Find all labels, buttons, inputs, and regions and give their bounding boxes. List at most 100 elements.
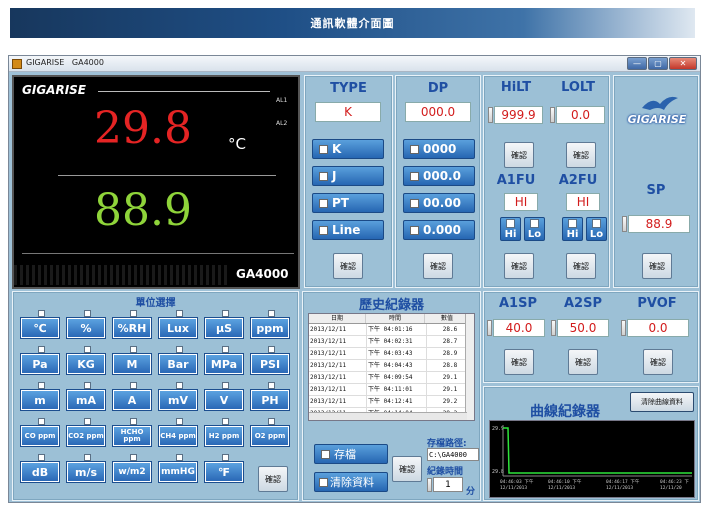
history-row[interactable]: 2013/12/11 下午 04:04:43 28.8: [309, 360, 474, 372]
unit-checkbox[interactable]: [176, 382, 183, 389]
unit-button[interactable]: mmHG: [158, 461, 198, 483]
hilt-spinner[interactable]: [488, 107, 493, 123]
unit-checkbox[interactable]: [268, 310, 275, 317]
unit-checkbox[interactable]: [176, 418, 183, 425]
dp-option-000-0[interactable]: 000.0: [403, 166, 475, 186]
history-row[interactable]: 2013/12/11 下午 04:12:41 29.2: [309, 396, 474, 408]
pvof-value[interactable]: 0.0: [627, 319, 689, 337]
a1sp-spinner[interactable]: [487, 320, 492, 336]
unit-button[interactable]: ppm: [250, 317, 290, 339]
unit-button[interactable]: V: [204, 389, 244, 411]
unit-button[interactable]: ℃: [20, 317, 60, 339]
unit-checkbox[interactable]: [130, 346, 137, 353]
history-row[interactable]: 2013/12/11 下午 04:01:16 28.6: [309, 324, 474, 336]
dp-option-0-000[interactable]: 0.000: [403, 220, 475, 240]
unit-checkbox[interactable]: [268, 382, 275, 389]
unit-button[interactable]: PSI: [250, 353, 290, 375]
a2sp-value[interactable]: 50.0: [557, 319, 609, 337]
save-button[interactable]: 存檔: [314, 444, 388, 464]
unit-button[interactable]: %RH: [112, 317, 152, 339]
unit-checkbox[interactable]: [268, 418, 275, 425]
unit-button[interactable]: A: [112, 389, 152, 411]
unit-button[interactable]: %: [66, 317, 106, 339]
unit-checkbox[interactable]: [176, 454, 183, 461]
a2fu-confirm-button[interactable]: 確認: [566, 253, 596, 279]
history-row[interactable]: 2013/12/11 下午 04:11:01 29.1: [309, 384, 474, 396]
a1sp-confirm-button[interactable]: 確認: [504, 349, 534, 375]
unit-checkbox[interactable]: [84, 382, 91, 389]
unit-checkbox[interactable]: [176, 346, 183, 353]
unit-checkbox[interactable]: [268, 346, 275, 353]
unit-button[interactable]: MPa: [204, 353, 244, 375]
unit-button[interactable]: CO2 ppm: [66, 425, 106, 447]
a1sp-value[interactable]: 40.0: [493, 319, 545, 337]
unit-checkbox[interactable]: [84, 418, 91, 425]
unit-button[interactable]: CH4 ppm: [158, 425, 198, 447]
minimize-button[interactable]: —: [627, 57, 647, 70]
unit-button[interactable]: w/m2: [112, 461, 152, 483]
unit-checkbox[interactable]: [222, 454, 229, 461]
unit-checkbox[interactable]: [130, 310, 137, 317]
unit-button[interactable]: PH: [250, 389, 290, 411]
unit-checkbox[interactable]: [84, 310, 91, 317]
unit-checkbox[interactable]: [222, 346, 229, 353]
unit-button[interactable]: dB: [20, 461, 60, 483]
unit-checkbox[interactable]: [38, 346, 45, 353]
unit-button[interactable]: CO ppm: [20, 425, 60, 447]
history-table[interactable]: 日期 時間 數值 2013/12/11 下午 04:01:16 28.6 2013/12/…: [308, 313, 475, 421]
unit-button[interactable]: Pa: [20, 353, 60, 375]
unit-checkbox[interactable]: [130, 454, 137, 461]
history-row[interactable]: 2013/12/11 下午 04:03:43 28.9: [309, 348, 474, 360]
type-option-line[interactable]: Line: [312, 220, 384, 240]
unit-checkbox[interactable]: [38, 418, 45, 425]
unit-checkbox[interactable]: [130, 418, 137, 425]
a1fu-hi-button[interactable]: Hi: [500, 217, 521, 241]
unit-button[interactable]: mA: [66, 389, 106, 411]
a2fu-hi-button[interactable]: Hi: [562, 217, 583, 241]
sp-spinner[interactable]: [622, 216, 627, 232]
history-row[interactable]: 2013/12/11 下午 04:09:54 29.1: [309, 372, 474, 384]
unit-button[interactable]: m/s: [66, 461, 106, 483]
unit-checkbox[interactable]: [222, 310, 229, 317]
unit-button[interactable]: O2 ppm: [250, 425, 290, 447]
dp-option-0000[interactable]: 0000: [403, 139, 475, 159]
history-hscrollbar[interactable]: [309, 412, 467, 420]
type-option-k[interactable]: K: [312, 139, 384, 159]
type-option-j[interactable]: J: [312, 166, 384, 186]
unit-checkbox[interactable]: [176, 310, 183, 317]
sp-confirm-button[interactable]: 確認: [642, 253, 672, 279]
clear-data-button[interactable]: 清除資料: [314, 472, 388, 492]
unit-button[interactable]: ℉: [204, 461, 244, 483]
unit-button[interactable]: mV: [158, 389, 198, 411]
lolt-confirm-button[interactable]: 確認: [566, 142, 596, 168]
unit-button[interactable]: m: [20, 389, 60, 411]
pvof-confirm-button[interactable]: 確認: [643, 349, 673, 375]
hilt-confirm-button[interactable]: 確認: [504, 142, 534, 168]
a2sp-spinner[interactable]: [551, 320, 556, 336]
history-scrollbar[interactable]: [465, 314, 474, 420]
unit-checkbox[interactable]: [130, 382, 137, 389]
unit-checkbox[interactable]: [222, 382, 229, 389]
sp-value[interactable]: 88.9: [628, 215, 690, 233]
close-button[interactable]: ✕: [669, 57, 697, 70]
pvof-spinner[interactable]: [621, 320, 626, 336]
dp-confirm-button[interactable]: 確認: [423, 253, 453, 279]
save-path-input[interactable]: C:\GA4000: [427, 448, 479, 461]
unit-checkbox[interactable]: [38, 454, 45, 461]
type-confirm-button[interactable]: 確認: [333, 253, 363, 279]
history-confirm-button[interactable]: 確認: [392, 456, 422, 482]
unit-checkbox[interactable]: [84, 346, 91, 353]
a2sp-confirm-button[interactable]: 確認: [568, 349, 598, 375]
unit-button[interactable]: H2 ppm: [204, 425, 244, 447]
unit-button[interactable]: KG: [66, 353, 106, 375]
dp-option-00-00[interactable]: 00.00: [403, 193, 475, 213]
history-row[interactable]: 2013/12/11 下午 04:02:31 28.7: [309, 336, 474, 348]
unit-button[interactable]: Lux: [158, 317, 198, 339]
a2fu-lo-button[interactable]: Lo: [586, 217, 607, 241]
unit-checkbox[interactable]: [222, 418, 229, 425]
a1fu-lo-button[interactable]: Lo: [524, 217, 545, 241]
clear-curve-button[interactable]: 清除曲線資料: [630, 392, 694, 412]
type-option-pt[interactable]: PT: [312, 193, 384, 213]
unit-button[interactable]: μS: [204, 317, 244, 339]
lolt-value[interactable]: 0.0: [556, 106, 605, 124]
